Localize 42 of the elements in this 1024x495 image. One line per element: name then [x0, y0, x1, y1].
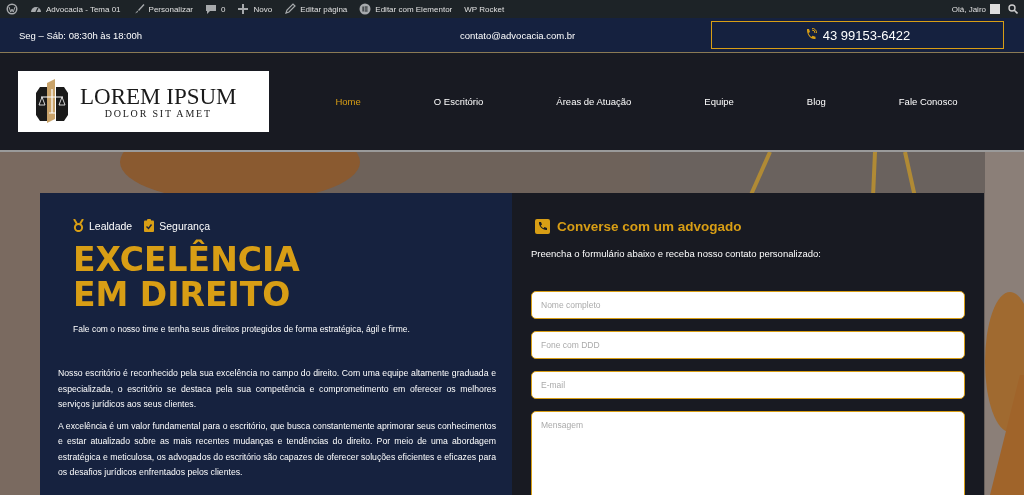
admin-bar-item[interactable]: Personalizar: [132, 3, 194, 15]
opening-hours: Seg – Sáb: 08:30h às 18:00h: [19, 29, 144, 41]
nav-link[interactable]: Fale Conosco: [898, 96, 958, 107]
input-field[interactable]: Fone com DDD: [531, 331, 965, 359]
admin-bar-item[interactable]: WP Rocket: [464, 4, 505, 14]
paragraph: Nosso escritório é reconhecido pela sua excelência no campo do direito. Com uma equipe altamente graduada e especializada, o escritório se destaca pela sua competência e comprometimento em oferecer os melhores serviços jurídicos aos seus clientes.: [58, 367, 496, 411]
email-link[interactable]: contato@advocacia.com.br: [460, 29, 711, 41]
search-icon[interactable]: [1008, 4, 1018, 14]
form-subtitle: Preencha o formulário abaixo e receba nosso contato personalizado:: [531, 248, 822, 259]
nav-link[interactable]: Home: [335, 96, 361, 107]
tagline: Fale com o nosso time e tenha seus direitos protegidos de forma estratégica, ágil e firme.: [73, 324, 411, 334]
admin-bar-item[interactable]: Editar página: [284, 3, 348, 15]
phone-button[interactable]: 43 99153-6422: [711, 21, 1004, 49]
pencil-icon: [284, 3, 297, 15]
message-field[interactable]: Mensagem: [531, 411, 965, 495]
comment-icon: [205, 3, 218, 15]
medal-icon: [73, 219, 84, 232]
headline: EM DIREITO: [73, 277, 292, 312]
value-label: Lealdade: [89, 219, 133, 232]
admin-bar-item[interactable]: 0: [205, 3, 226, 15]
nav-link[interactable]: Áreas de Atuação: [556, 96, 632, 107]
phone-ringing-icon: [804, 28, 817, 42]
clipboard-check-icon: [144, 219, 155, 232]
phone-icon: [535, 219, 550, 234]
scales-logo-icon: [36, 78, 68, 125]
input-field[interactable]: E-mail: [531, 371, 965, 399]
value-label: Segurança: [159, 219, 210, 232]
input-field[interactable]: Nome completo: [531, 291, 965, 319]
nav-link[interactable]: O Escritório: [433, 96, 484, 107]
elementor-icon: [359, 3, 372, 15]
admin-bar-item[interactable]: Editar com Elementor: [359, 3, 453, 15]
admin-bar-item[interactable]: Novo: [237, 3, 273, 15]
user-greeting[interactable]: Olá, Jairo: [951, 4, 986, 14]
form-title: Converse com um advogado: [557, 219, 742, 234]
nav-link[interactable]: Equipe: [704, 96, 734, 107]
plus-icon: [237, 3, 250, 15]
logo-title: LOREM IPSUM: [80, 84, 237, 108]
admin-bar-item[interactable]: Advocacia - Tema 01: [30, 3, 121, 15]
logo-subtitle: DOLOR SIT AMET: [104, 107, 212, 119]
nav-link[interactable]: Blog: [806, 96, 826, 107]
paragraph: A excelência é um valor fundamental para o escritório, que busca constantemente aprimorar seus conhecimentos e estar atualizado sobre as mais recentes mudanças e tendências do direito. Por meio de uma abordagem estratégica e meticulosa, os advogados do escritório são capazes de oferecer soluções eficientes e eficazes para os desafios jurídicos enfrentados pelos clientes.: [58, 419, 496, 479]
logo[interactable]: LOREM IPSUM DOLOR SIT AMET: [18, 71, 269, 132]
